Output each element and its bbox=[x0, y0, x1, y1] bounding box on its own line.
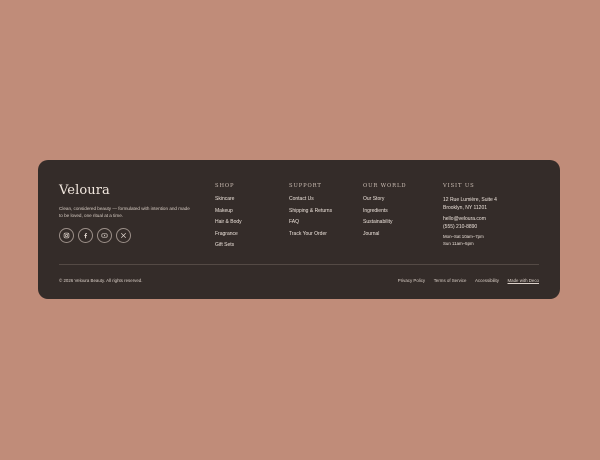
shop-links: Skincare Makeup Hair & Body Fragrance Gi… bbox=[215, 196, 242, 248]
shop-link-gift-sets[interactable]: Gift Sets bbox=[215, 242, 242, 248]
support-heading: Support bbox=[289, 183, 322, 189]
site-footer: Veloura Clean, considered beauty — formu… bbox=[38, 160, 560, 299]
brand-tagline: Clean, considered beauty — formulated wi… bbox=[59, 206, 190, 218]
hours-weekday: Mon–Sat 10am–7pm bbox=[443, 234, 484, 239]
instagram-icon[interactable] bbox=[59, 228, 74, 244]
brand-logo[interactable]: Veloura bbox=[59, 184, 199, 198]
facebook-icon[interactable] bbox=[78, 228, 93, 244]
copyright-text: © 2026 Veloura Beauty. All rights reserv… bbox=[59, 278, 143, 283]
world-link-ingredients[interactable]: Ingredients bbox=[363, 208, 406, 214]
contact-phone[interactable]: (555) 210-8890 bbox=[443, 223, 497, 231]
visit-heading: Visit Us bbox=[443, 183, 475, 189]
support-link-shipping[interactable]: Shipping & Returns bbox=[289, 208, 332, 214]
footer-divider bbox=[59, 264, 539, 265]
world-heading: Our World bbox=[363, 183, 407, 189]
footer-bottom-bar: © 2026 Veloura Beauty. All rights reserv… bbox=[59, 278, 539, 283]
world-column: Our World Our Story Ingredients Sustaina… bbox=[363, 183, 406, 242]
store-hours: Mon–Sat 10am–7pm Sun 11am–5pm bbox=[443, 234, 497, 247]
youtube-icon[interactable] bbox=[97, 228, 112, 244]
world-link-our-story[interactable]: Our Story bbox=[363, 196, 406, 202]
social-links bbox=[59, 228, 199, 244]
world-link-journal[interactable]: Journal bbox=[363, 231, 406, 237]
support-link-track-order[interactable]: Track Your Order bbox=[289, 231, 332, 237]
shop-link-makeup[interactable]: Makeup bbox=[215, 208, 242, 214]
x-icon[interactable] bbox=[116, 228, 131, 244]
visit-column: Visit Us 12 Rue Lumière, Suite 4 Brookly… bbox=[443, 183, 497, 247]
address-line-1: 12 Rue Lumière, Suite 4 bbox=[443, 197, 497, 203]
address: 12 Rue Lumière, Suite 4 Brooklyn, NY 112… bbox=[443, 196, 497, 212]
world-link-sustainability[interactable]: Sustainability bbox=[363, 219, 406, 225]
support-link-faq[interactable]: FAQ bbox=[289, 219, 332, 225]
shop-link-skincare[interactable]: Skincare bbox=[215, 196, 242, 202]
privacy-policy-link[interactable]: Privacy Policy bbox=[398, 278, 425, 283]
support-link-contact[interactable]: Contact Us bbox=[289, 196, 332, 202]
legal-links: Privacy Policy Terms of Service Accessib… bbox=[398, 278, 539, 283]
hours-sunday: Sun 11am–5pm bbox=[443, 240, 474, 246]
support-column: Support Contact Us Shipping & Returns FA… bbox=[289, 183, 332, 242]
terms-of-service-link[interactable]: Terms of Service bbox=[434, 278, 467, 283]
accessibility-link[interactable]: Accessibility bbox=[475, 278, 499, 283]
contact-info: hello@veloura.com (555) 210-8890 bbox=[443, 215, 497, 231]
world-links: Our Story Ingredients Sustainability Jou… bbox=[363, 196, 406, 237]
made-with-deco-link[interactable]: Made with Deco bbox=[508, 278, 539, 283]
shop-column: Shop Skincare Makeup Hair & Body Fragran… bbox=[215, 183, 242, 254]
shop-link-hair-body[interactable]: Hair & Body bbox=[215, 219, 242, 225]
address-line-2: Brooklyn, NY 11201 bbox=[443, 205, 488, 211]
shop-heading: Shop bbox=[215, 183, 235, 189]
brand-column: Veloura Clean, considered beauty — formu… bbox=[59, 184, 199, 244]
support-links: Contact Us Shipping & Returns FAQ Track … bbox=[289, 196, 332, 237]
shop-link-fragrance[interactable]: Fragrance bbox=[215, 231, 242, 237]
contact-email[interactable]: hello@veloura.com bbox=[443, 215, 497, 223]
